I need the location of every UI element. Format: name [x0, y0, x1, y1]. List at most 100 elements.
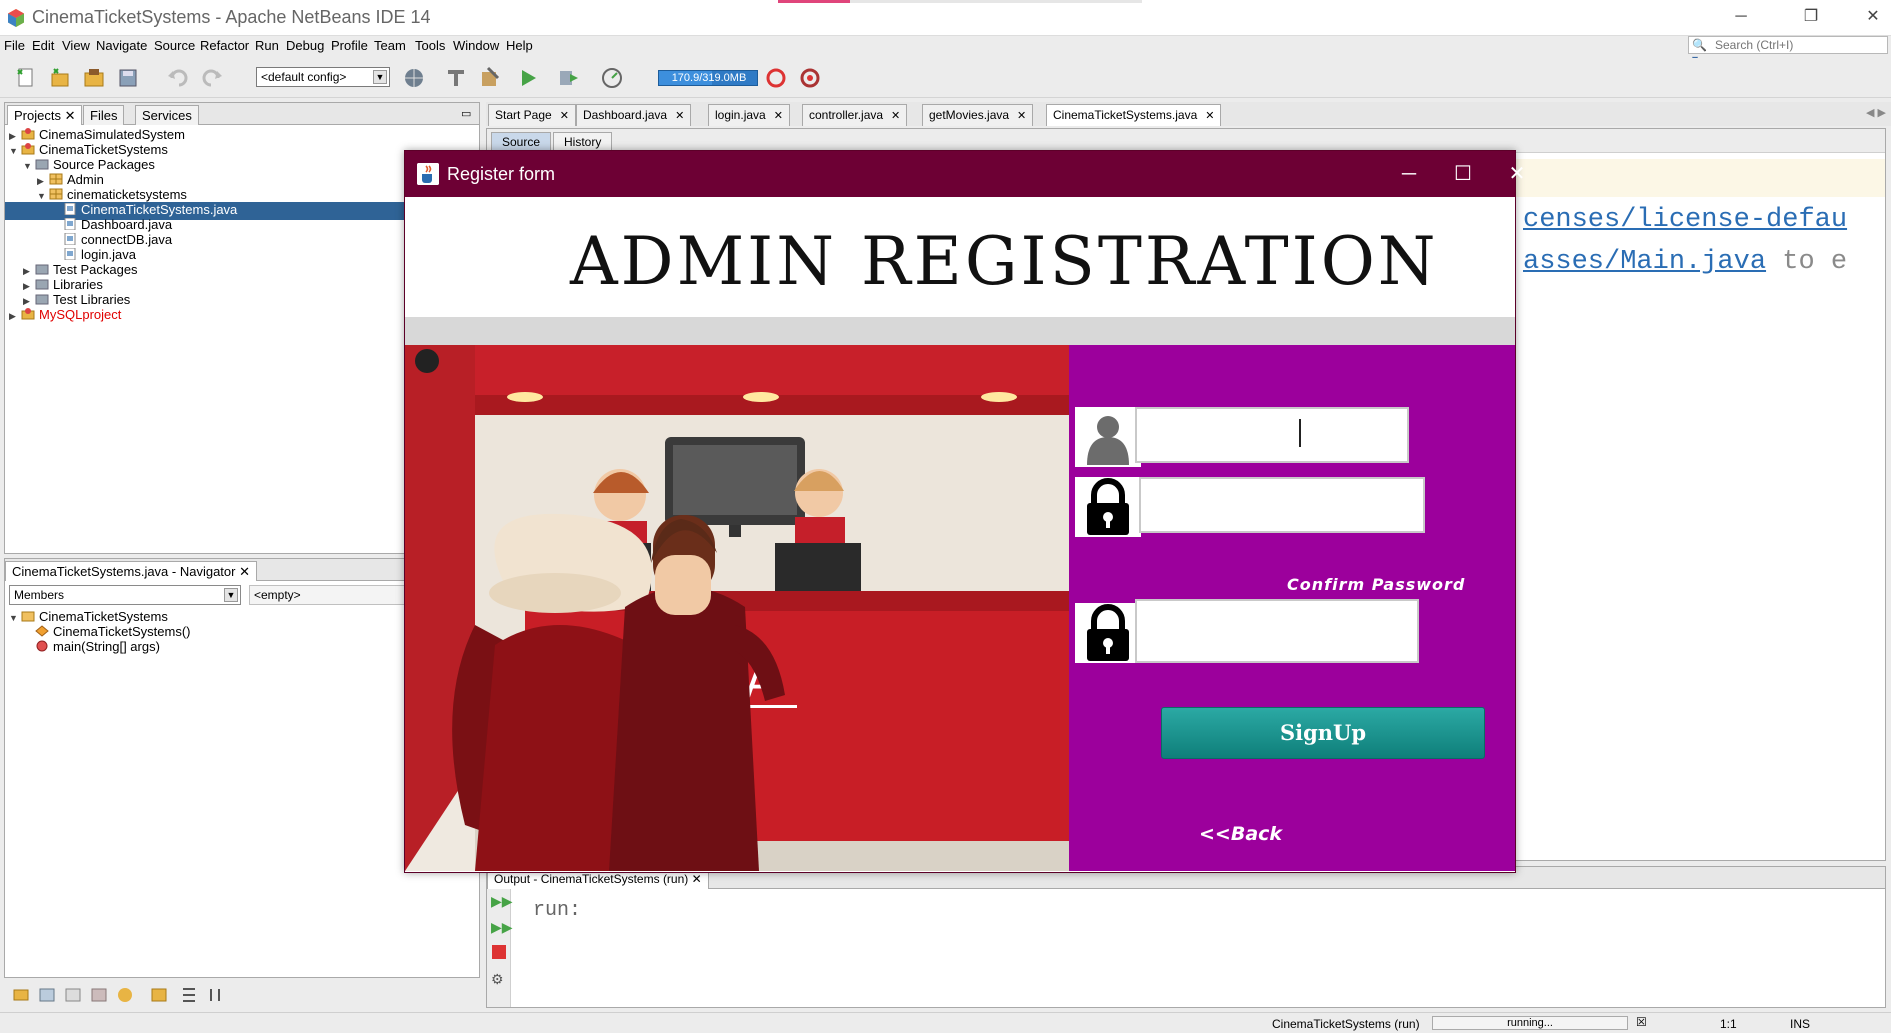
editor-tab-login[interactable]: login.java ✕ [708, 104, 790, 126]
collapse-icon[interactable]: ▼ [9, 613, 21, 623]
menu-profile[interactable]: Profile [331, 38, 368, 53]
password-field[interactable] [1139, 477, 1425, 533]
dialog-maximize-button[interactable]: ☐ [1443, 159, 1483, 189]
tab-services[interactable]: Services [135, 105, 199, 125]
code-comment-text: to e [1766, 247, 1848, 277]
editor-tab-label: controller.java [809, 108, 884, 122]
java-file-icon [63, 217, 81, 232]
filter-nonpublic-icon[interactable] [64, 986, 82, 1004]
signup-button[interactable]: SignUp [1161, 707, 1485, 759]
profile-icon[interactable] [600, 66, 624, 90]
redo-icon[interactable] [200, 66, 224, 90]
close-tab-icon[interactable]: ✕ [891, 110, 900, 122]
tab-history[interactable]: History [553, 132, 613, 152]
new-file-icon[interactable] [14, 66, 38, 90]
clean-build-icon[interactable] [444, 66, 468, 90]
back-link[interactable]: <<Back [1199, 823, 1282, 845]
sort-order-icon[interactable] [206, 986, 224, 1004]
expand-icon[interactable]: ▶ [23, 281, 35, 292]
editor-tab-getmovies[interactable]: getMovies.java ✕ [922, 104, 1034, 126]
menu-file[interactable]: File [4, 38, 25, 53]
close-tab-icon[interactable]: ✕ [675, 110, 684, 122]
rerun-icon[interactable]: ▶▶ [491, 893, 513, 910]
close-tab-icon[interactable]: ✕ [1017, 110, 1026, 122]
build-icon[interactable] [478, 66, 502, 90]
restore-button[interactable]: ❐ [1796, 6, 1826, 28]
expand-icon[interactable]: ▶ [23, 296, 35, 307]
debug-icon[interactable] [556, 66, 580, 90]
license-link[interactable]: censes/license-defau [1523, 205, 1847, 235]
filter-inherited-icon[interactable] [90, 986, 108, 1004]
menu-refactor[interactable]: Refactor [200, 38, 249, 53]
tab-source[interactable]: Source [491, 132, 552, 152]
editor-tab-label: Dashboard.java [583, 108, 668, 122]
menu-run[interactable]: Run [255, 38, 279, 53]
confirm-password-icon-box [1075, 603, 1141, 663]
new-project-icon[interactable] [48, 66, 72, 90]
confirm-password-field[interactable] [1135, 599, 1419, 663]
run-icon[interactable] [516, 66, 540, 90]
editor-tab-cinematicketsystems[interactable]: CinemaTicketSystems.java ✕ [1046, 104, 1222, 126]
tab-navigator[interactable]: CinemaTicketSystems.java - Navigator ✕ [5, 561, 257, 581]
menu-source[interactable]: Source [154, 38, 195, 53]
filter-fields-icon[interactable] [12, 986, 30, 1004]
tab-scroll-icon[interactable]: ◀ ▶ [1866, 106, 1886, 119]
filter-inner-icon[interactable] [116, 986, 134, 1004]
collapse-icon[interactable]: ▼ [9, 146, 21, 156]
menu-debug[interactable]: Debug [286, 38, 324, 53]
gc-icon[interactable] [764, 66, 788, 90]
minimize-button[interactable]: ─ [1726, 6, 1756, 28]
output-side-toolbar: ▶▶ ▶▶ ⚙ [487, 889, 513, 1007]
close-tab-icon[interactable]: ✕ [774, 110, 783, 122]
menu-team[interactable]: Team [374, 38, 406, 53]
dialog-minimize-button[interactable]: ─ [1389, 159, 1429, 189]
expand-icon[interactable]: ▶ [23, 266, 35, 277]
method-icon [35, 639, 53, 654]
sort-source-icon[interactable] [180, 986, 198, 1004]
members-select[interactable]: Members ▼ [9, 585, 241, 605]
password-icon-box [1075, 477, 1141, 537]
editor-tab-start-page[interactable]: Start Page ✕ [488, 104, 576, 126]
menu-edit[interactable]: Edit [32, 38, 54, 53]
tab-files[interactable]: Files [83, 105, 125, 125]
editor-tab-dashboard[interactable]: Dashboard.java ✕ [576, 104, 692, 126]
tree-item-label: Source Packages [53, 157, 155, 172]
save-all-icon[interactable] [116, 66, 140, 90]
menu-navigate[interactable]: Navigate [96, 38, 147, 53]
filter-static-icon[interactable] [38, 986, 56, 1004]
expand-icon[interactable]: ▶ [9, 131, 21, 142]
sort-name-icon[interactable] [150, 986, 168, 1004]
undo-icon[interactable] [166, 66, 190, 90]
memory-indicator[interactable]: 170.9/319.0MB [658, 70, 758, 86]
close-tab-icon[interactable]: ✕ [560, 110, 569, 122]
tree-item-label: connectDB.java [81, 232, 173, 247]
progress-bar[interactable]: running... [1432, 1016, 1628, 1030]
username-field[interactable] [1135, 407, 1409, 463]
settings-gear-icon[interactable]: ⚙ [491, 971, 504, 988]
collapse-icon[interactable]: ▼ [23, 161, 35, 171]
tab-projects[interactable]: Projects ✕ [7, 105, 83, 125]
editor-tab-controller[interactable]: controller.java ✕ [802, 104, 908, 126]
menu-help[interactable]: Help [506, 38, 533, 53]
main-java-link[interactable]: asses/Main.java [1523, 247, 1766, 277]
menu-window[interactable]: Window [453, 38, 499, 53]
search-input[interactable] [1715, 38, 1885, 52]
close-tab-icon[interactable]: ✕ [1205, 110, 1214, 122]
config-select[interactable]: <default config> ▼ [256, 67, 390, 87]
open-project-icon[interactable] [82, 66, 106, 90]
expand-icon[interactable]: ▶ [9, 311, 21, 322]
snapshot-icon[interactable] [798, 66, 822, 90]
rerun-params-icon[interactable]: ▶▶ [491, 919, 513, 936]
expand-icon[interactable]: ▶ [37, 176, 49, 187]
dialog-close-button[interactable]: ✕ [1497, 159, 1537, 189]
editor-tab-label: CinemaTicketSystems.java [1053, 108, 1198, 122]
close-button[interactable]: ✕ [1858, 6, 1888, 28]
search-box[interactable]: 🔍▾ [1688, 36, 1888, 66]
collapse-icon[interactable]: ▼ [37, 191, 49, 201]
cancel-task-icon[interactable]: ☒ [1636, 1015, 1647, 1029]
globe-icon[interactable] [402, 66, 426, 90]
menu-view[interactable]: View [62, 38, 90, 53]
stop-icon[interactable] [492, 945, 506, 959]
menu-tools[interactable]: Tools [415, 38, 445, 53]
minimize-pane-icon[interactable]: ▭ [461, 107, 471, 120]
